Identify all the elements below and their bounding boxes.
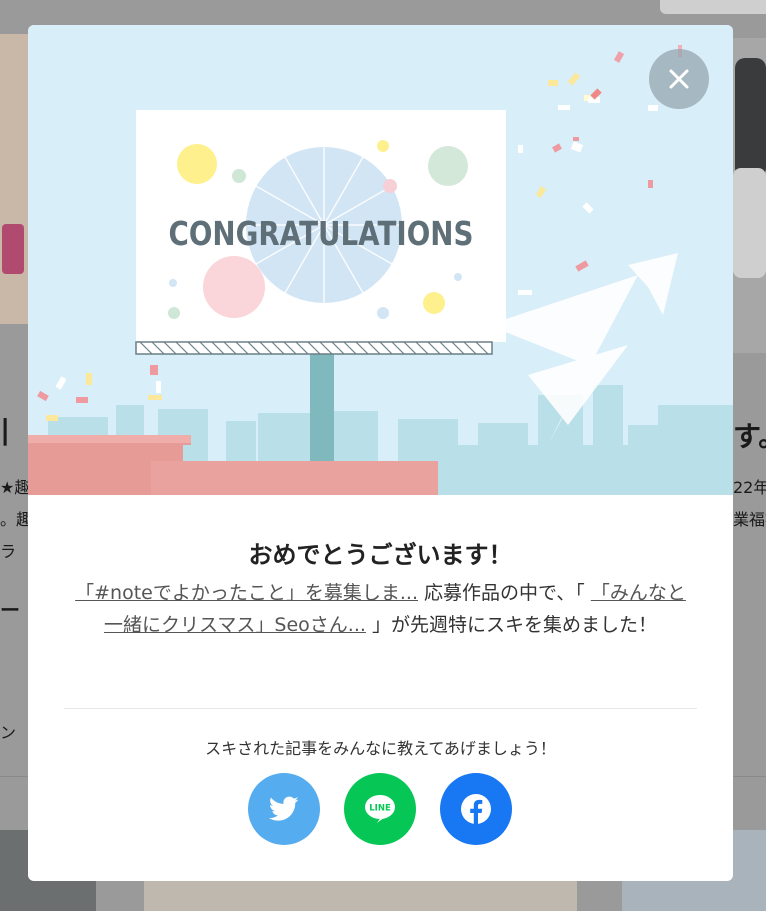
background-text-left: ★趣 <box>0 478 31 497</box>
background-thumbnail-right <box>733 38 766 353</box>
background-text-right: 業福祉 <box>733 510 766 529</box>
contest-link[interactable]: 「#noteでよかったこと」を募集しま... <box>75 582 418 604</box>
divider <box>64 708 697 709</box>
close-button[interactable] <box>649 49 709 109</box>
banner-text: CONGRATULATIONS <box>169 214 474 253</box>
facebook-share-button[interactable] <box>440 773 512 845</box>
background-thumbnail-left <box>0 34 28 324</box>
twitter-icon <box>269 796 299 821</box>
congratulations-illustration: CONGRATULATIONS <box>28 25 733 495</box>
line-icon: LINE <box>365 795 395 823</box>
background-text-left: ラ <box>0 542 17 561</box>
share-prompt: スキされた記事をみんなに教えてあげましょう！ <box>205 739 556 758</box>
background-heading-left: | <box>0 413 11 446</box>
description-text: 」が先週特にスキを集めました！ <box>371 614 657 636</box>
modal-title: おめでとうございます！ <box>248 541 513 569</box>
background-header <box>660 0 766 14</box>
facebook-icon <box>461 794 491 824</box>
description-text: 応募作品の中で、「 <box>424 582 585 604</box>
background-heading-right: す。 <box>733 420 766 453</box>
background-text-left: ン <box>0 723 17 742</box>
line-icon-label: LINE <box>369 804 391 814</box>
background-text-right: 22年 <box>733 478 766 497</box>
modal-description: 「#noteでよかったこと」を募集しま... 応募作品の中で、「 「みんなと一緒… <box>68 577 693 641</box>
close-icon <box>669 69 689 89</box>
line-share-button[interactable]: LINE <box>344 773 416 845</box>
congratulations-modal: CONGRATULATIONS おめでとうございます！ 「#noteでよかったこ… <box>28 25 733 881</box>
twitter-share-button[interactable] <box>248 773 320 845</box>
